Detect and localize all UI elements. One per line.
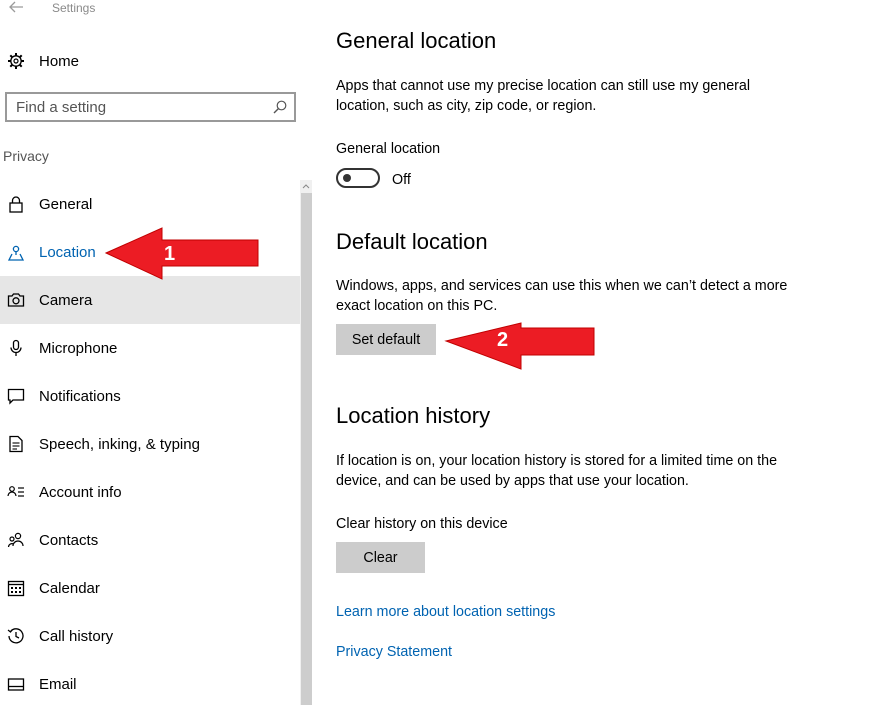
toggle-knob <box>343 174 351 182</box>
camera-icon <box>7 293 25 307</box>
back-arrow-icon[interactable] <box>6 0 28 18</box>
scroll-up-arrow-icon[interactable] <box>300 180 312 192</box>
lock-icon <box>9 196 23 213</box>
sidebar-item-notifications[interactable]: Notifications <box>0 372 300 420</box>
home-button[interactable]: Home <box>0 44 300 78</box>
sidebar-item-label: Notifications <box>39 387 121 405</box>
scrollbar-thumb[interactable] <box>301 193 312 705</box>
sidebar-item-general[interactable]: General <box>0 180 300 228</box>
account-info-icon <box>7 486 24 497</box>
sidebar-item-contacts[interactable]: Contacts <box>0 516 300 564</box>
general-location-toggle[interactable] <box>336 168 380 188</box>
location-history-heading: Location history <box>336 403 491 428</box>
notifications-icon <box>7 388 25 405</box>
sidebar-item-label: Camera <box>39 291 93 309</box>
sidebar-item-label: Email <box>39 675 77 693</box>
location-icon <box>7 245 25 261</box>
clear-button[interactable]: Clear <box>336 542 425 573</box>
annotation-arrow-2: 2 <box>444 322 595 370</box>
search-icon[interactable] <box>272 99 288 115</box>
search-input[interactable] <box>7 97 272 117</box>
contacts-icon <box>7 532 24 548</box>
window-title: Settings <box>52 1 96 15</box>
sidebar-item-email[interactable]: Email <box>0 660 300 708</box>
location-history-description: If location is on, your location history… <box>336 453 778 489</box>
section-heading-privacy: Privacy <box>3 148 49 164</box>
clear-history-label: Clear history on this device <box>336 516 508 532</box>
default-location-heading: Default location <box>336 229 488 254</box>
sidebar-item-speech[interactable]: Speech, inking, & typing <box>0 420 300 468</box>
sidebar-item-account-info[interactable]: Account info <box>0 468 300 516</box>
annotation-number-1: 1 <box>164 243 175 265</box>
sidebar-item-camera[interactable]: Camera <box>0 276 300 324</box>
sidebar-item-label: Call history <box>39 627 114 645</box>
sidebar-item-calendar[interactable]: Calendar <box>0 564 300 612</box>
annotation-number-2: 2 <box>497 329 508 351</box>
general-location-heading: General location <box>336 28 497 53</box>
sidebar-item-label: Speech, inking, & typing <box>39 435 200 453</box>
privacy-statement-link[interactable]: Privacy Statement <box>336 644 452 660</box>
sidebar-item-call-history[interactable]: Call history <box>0 612 300 660</box>
call-history-icon <box>7 628 24 644</box>
sidebar-item-microphone[interactable]: Microphone <box>0 324 300 372</box>
gear-icon <box>8 53 24 69</box>
sidebar-item-label: Contacts <box>39 531 99 549</box>
sidebar-item-label: Calendar <box>39 579 100 597</box>
toggle-state-text: Off <box>392 172 411 188</box>
annotation-arrow-1: 1 <box>104 227 259 280</box>
search-box[interactable] <box>5 92 296 122</box>
set-default-button[interactable]: Set default <box>336 324 436 355</box>
sidebar-item-label: Microphone <box>39 339 118 357</box>
sidebar-item-label: Location <box>39 243 96 261</box>
default-location-description: Windows, apps, and services can use this… <box>336 278 788 314</box>
email-icon <box>7 678 25 691</box>
sidebar-item-label: General <box>39 195 93 213</box>
general-location-description: Apps that cannot use my precise location… <box>336 78 751 114</box>
microphone-icon <box>10 339 22 356</box>
learn-more-link[interactable]: Learn more about location settings <box>336 604 555 620</box>
home-label: Home <box>39 52 80 70</box>
general-location-toggle-label: General location <box>336 141 441 157</box>
sidebar-item-label: Account info <box>39 483 122 501</box>
speech-icon <box>9 435 23 453</box>
calendar-icon <box>7 580 25 597</box>
